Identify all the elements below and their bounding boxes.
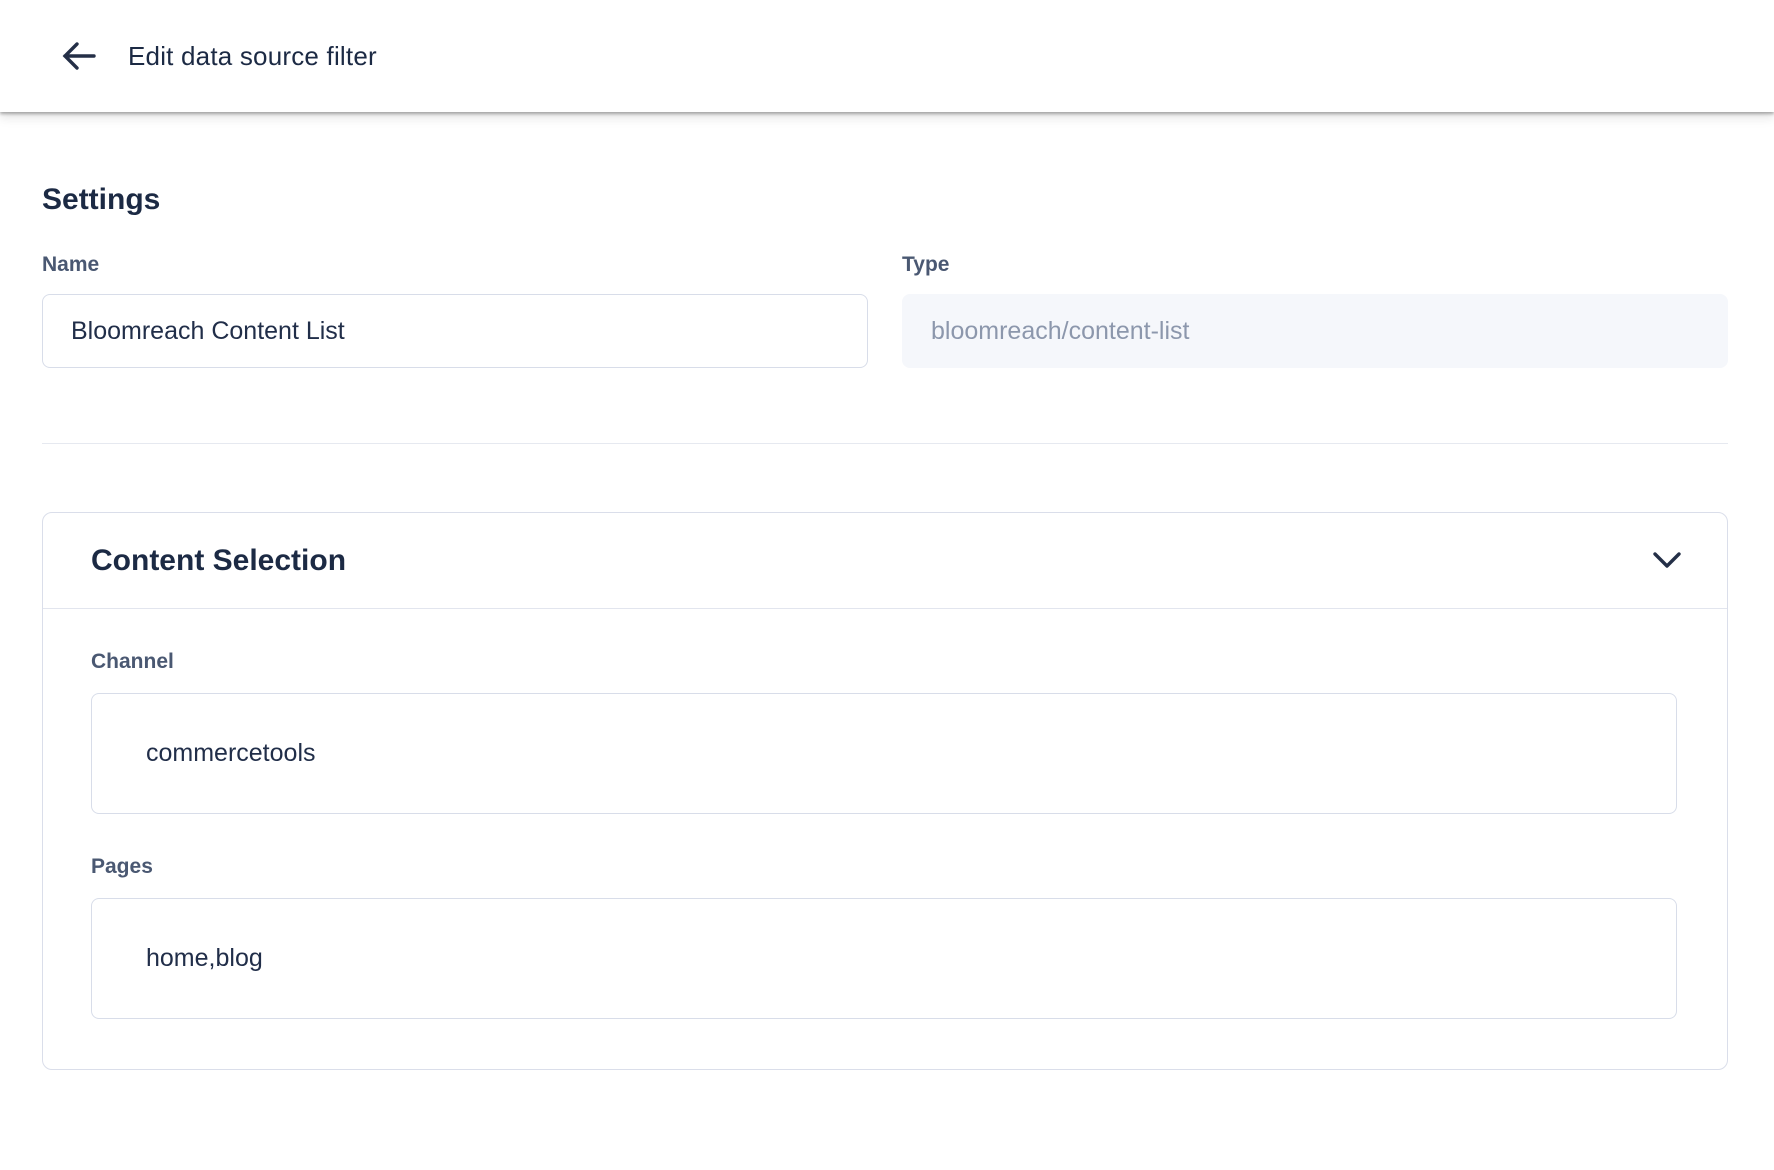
name-input[interactable] bbox=[42, 294, 868, 368]
type-field-label: Type bbox=[902, 254, 1728, 276]
main-content: Settings Name Type Content Selection C bbox=[0, 182, 1774, 1070]
content-selection-body: Channel Pages bbox=[43, 609, 1727, 1069]
channel-field-label: Channel bbox=[91, 651, 1677, 673]
edit-data-source-filter-page: Edit data source filter Settings Name Ty… bbox=[0, 0, 1774, 1070]
type-field: Type bbox=[902, 254, 1728, 368]
name-field: Name bbox=[42, 254, 868, 368]
settings-heading: Settings bbox=[42, 182, 1728, 218]
content-selection-card: Content Selection Channel Pages bbox=[42, 512, 1728, 1070]
content-selection-title: Content Selection bbox=[91, 544, 346, 578]
header: Edit data source filter bbox=[0, 0, 1774, 112]
arrow-left-icon bbox=[60, 40, 96, 72]
type-input bbox=[902, 294, 1728, 368]
name-field-label: Name bbox=[42, 254, 868, 276]
page-title: Edit data source filter bbox=[128, 41, 377, 72]
pages-field-label: Pages bbox=[91, 856, 1677, 878]
chevron-down-icon[interactable] bbox=[1651, 551, 1683, 571]
settings-fields-row: Name Type bbox=[42, 254, 1728, 368]
channel-field: Channel bbox=[91, 651, 1677, 814]
pages-field: Pages bbox=[91, 856, 1677, 1019]
section-divider bbox=[42, 443, 1728, 444]
pages-input[interactable] bbox=[91, 898, 1677, 1019]
back-button[interactable] bbox=[58, 36, 98, 76]
content-selection-header[interactable]: Content Selection bbox=[43, 513, 1727, 609]
channel-input[interactable] bbox=[91, 693, 1677, 814]
